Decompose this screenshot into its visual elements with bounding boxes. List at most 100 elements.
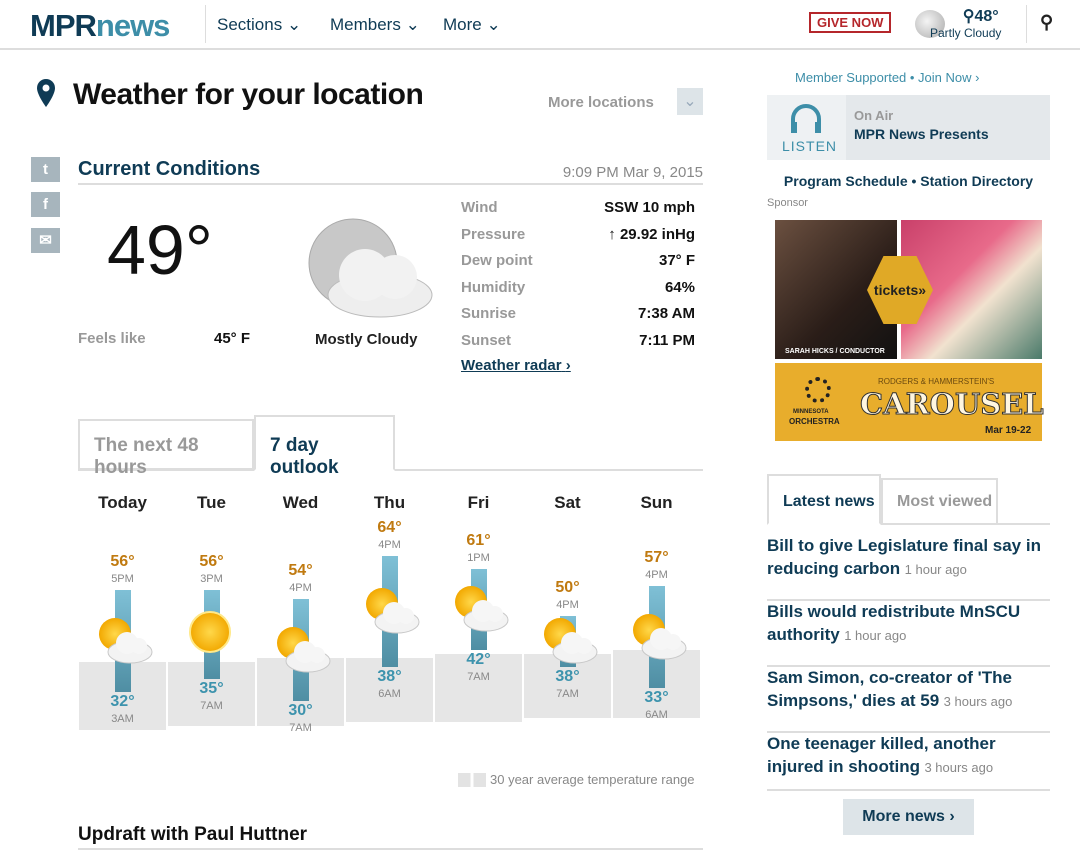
- detail-label: Sunrise: [461, 305, 517, 322]
- news-time: 3 hours ago: [943, 694, 1013, 709]
- day-label: Wed: [282, 493, 319, 512]
- detail-value: 37° F: [658, 252, 695, 269]
- partly-cloudy-icon: [543, 618, 597, 664]
- chevron-right-icon: ›: [949, 808, 955, 825]
- listen-button[interactable]: LISTEN: [767, 95, 846, 160]
- news-item[interactable]: One teenager killed, another injured in …: [767, 733, 1050, 791]
- facebook-icon[interactable]: f: [31, 192, 60, 217]
- location-pin-icon: ⚲: [962, 8, 975, 25]
- twitter-icon[interactable]: t: [31, 157, 60, 182]
- ad-org: MINNESOTA: [793, 409, 829, 415]
- header-weather[interactable]: ⚲48° Partly Cloudy: [930, 6, 1001, 40]
- low-temp: 32°: [110, 693, 135, 710]
- partly-cloudy-icon: [276, 626, 330, 672]
- sponsor-ad[interactable]: tickets» SARAH HICKS / CONDUCTOR MINNESO…: [775, 220, 1045, 441]
- logo-mpr: MPR: [30, 8, 97, 43]
- current-condition: Mostly Cloudy: [315, 331, 418, 348]
- feels-like-value: 45° F: [213, 330, 250, 347]
- on-air-label: On Air: [854, 108, 894, 123]
- search-icon[interactable]: ⚲: [1040, 12, 1053, 33]
- join-now-link[interactable]: Member Supported • Join Now ›: [795, 70, 980, 85]
- legend-label: 30 year average temperature range: [490, 772, 695, 787]
- detail-label: Sunset: [461, 331, 512, 349]
- low-time: 6AM: [645, 708, 668, 721]
- nav-members[interactable]: Members ⌄: [330, 15, 420, 35]
- day-label: Today: [98, 493, 147, 512]
- day-label: Fri: [467, 493, 490, 512]
- high-time: 5PM: [111, 573, 134, 585]
- partly-cloudy-icon: [454, 586, 508, 632]
- detail-label: Dew point: [461, 252, 533, 269]
- news-item[interactable]: Sam Simon, co-creator of 'The Simpsons,'…: [767, 667, 1050, 733]
- chevron-down-icon[interactable]: ⌄: [677, 88, 703, 115]
- high-temp: 50°: [555, 578, 580, 596]
- low-temp: 38°: [377, 667, 402, 685]
- listen-panel[interactable]: LISTEN On Air MPR News Presents: [767, 95, 1050, 160]
- divider: [205, 5, 206, 43]
- sponsor-label: Sponsor: [767, 197, 808, 209]
- high-temp: 57°: [644, 548, 669, 566]
- page-title: Weather for your location: [73, 78, 424, 111]
- tab-most-viewed[interactable]: Most viewed: [881, 478, 998, 525]
- mostly-cloudy-night-icon: [305, 215, 435, 320]
- more-locations-label[interactable]: More locations: [548, 94, 654, 111]
- detail-value: ↑ 29.92 inHg: [608, 225, 695, 243]
- news-time: 1 hour ago: [844, 628, 907, 643]
- divider: [78, 183, 703, 185]
- high-temp: 61°: [466, 531, 491, 549]
- low-temp: 30°: [288, 701, 313, 719]
- high-temp: 56°: [199, 553, 224, 570]
- detail-value: 7:11 PM: [639, 331, 695, 349]
- news-item[interactable]: Bills would redistribute MnSCU authority…: [767, 601, 1050, 667]
- high-time: 4PM: [556, 598, 579, 611]
- news-time: 3 hours ago: [924, 760, 994, 775]
- high-time: 3PM: [200, 573, 223, 585]
- email-icon[interactable]: ✉: [31, 228, 60, 253]
- tab-latest-news[interactable]: Latest news: [767, 474, 881, 525]
- nav-more[interactable]: More ⌄: [443, 15, 501, 35]
- ad-banner: MINNESOTA ORCHESTRA RODGERS & HAMMERSTEI…: [775, 363, 1045, 441]
- ad-show: CAROUSEL: [860, 387, 1045, 422]
- orchestra-logo-icon: [805, 377, 831, 403]
- tab-7-day-outlook[interactable]: 7 day outlook: [254, 415, 395, 478]
- low-time: 7AM: [200, 700, 223, 713]
- detail-label: Wind: [461, 199, 498, 216]
- current-conditions-heading: Current Conditions: [78, 158, 261, 180]
- divider: [1026, 5, 1027, 43]
- low-time: 3AM: [111, 713, 134, 725]
- chevron-down-icon: ⌄: [405, 15, 420, 34]
- partly-cloudy-icon: [632, 613, 686, 660]
- site-header: MPRnews Sections ⌄ Members ⌄ More ⌄ GIVE…: [0, 0, 1080, 50]
- chevron-right-icon: ›: [975, 70, 980, 85]
- headphones-icon: [791, 104, 821, 133]
- sunny-icon: [188, 610, 231, 653]
- logo-news: news: [95, 8, 171, 43]
- weather-radar-link[interactable]: Weather radar ›: [461, 357, 571, 374]
- low-temp: 38°: [555, 667, 580, 685]
- high-temp: 64°: [377, 519, 402, 536]
- divider: [78, 848, 703, 850]
- low-time: 7AM: [467, 670, 490, 683]
- high-temp: 56°: [110, 553, 135, 570]
- low-time: 7AM: [556, 687, 579, 700]
- detail-value: 7:38 AM: [638, 305, 695, 322]
- forecast-chart: Today 56° 5PM 32° 3AM Tue 56° 3PM 35° 7AM Wed 54° 4P…: [78, 490, 703, 750]
- feels-like-label: Feels like: [78, 330, 146, 347]
- timestamp: 9:09 PM Mar 9, 2015: [562, 164, 703, 181]
- legend-swatch: [458, 773, 486, 787]
- give-now-button[interactable]: GIVE NOW: [809, 12, 892, 33]
- current-temp: 49°: [107, 211, 213, 289]
- low-time: 7AM: [289, 721, 312, 734]
- tab-next-48-hours[interactable]: The next 48 hours: [78, 419, 254, 478]
- mpr-news-logo[interactable]: MPRnews: [30, 8, 171, 44]
- chevron-right-icon: ›: [565, 357, 571, 374]
- low-temp: 35°: [199, 680, 224, 698]
- detail-label: Humidity: [461, 278, 526, 296]
- ad-caption: SARAH HICKS / CONDUCTOR: [785, 348, 885, 355]
- news-item[interactable]: Bill to give Legislature final say in re…: [767, 535, 1050, 601]
- ad-pre: RODGERS & HAMMERSTEIN'S: [878, 377, 995, 386]
- more-news-button[interactable]: More news ›: [843, 799, 974, 835]
- nav-sections[interactable]: Sections ⌄: [217, 15, 301, 35]
- schedule-links[interactable]: Program Schedule • Station Directory: [767, 173, 1050, 189]
- high-time: 4PM: [289, 581, 312, 594]
